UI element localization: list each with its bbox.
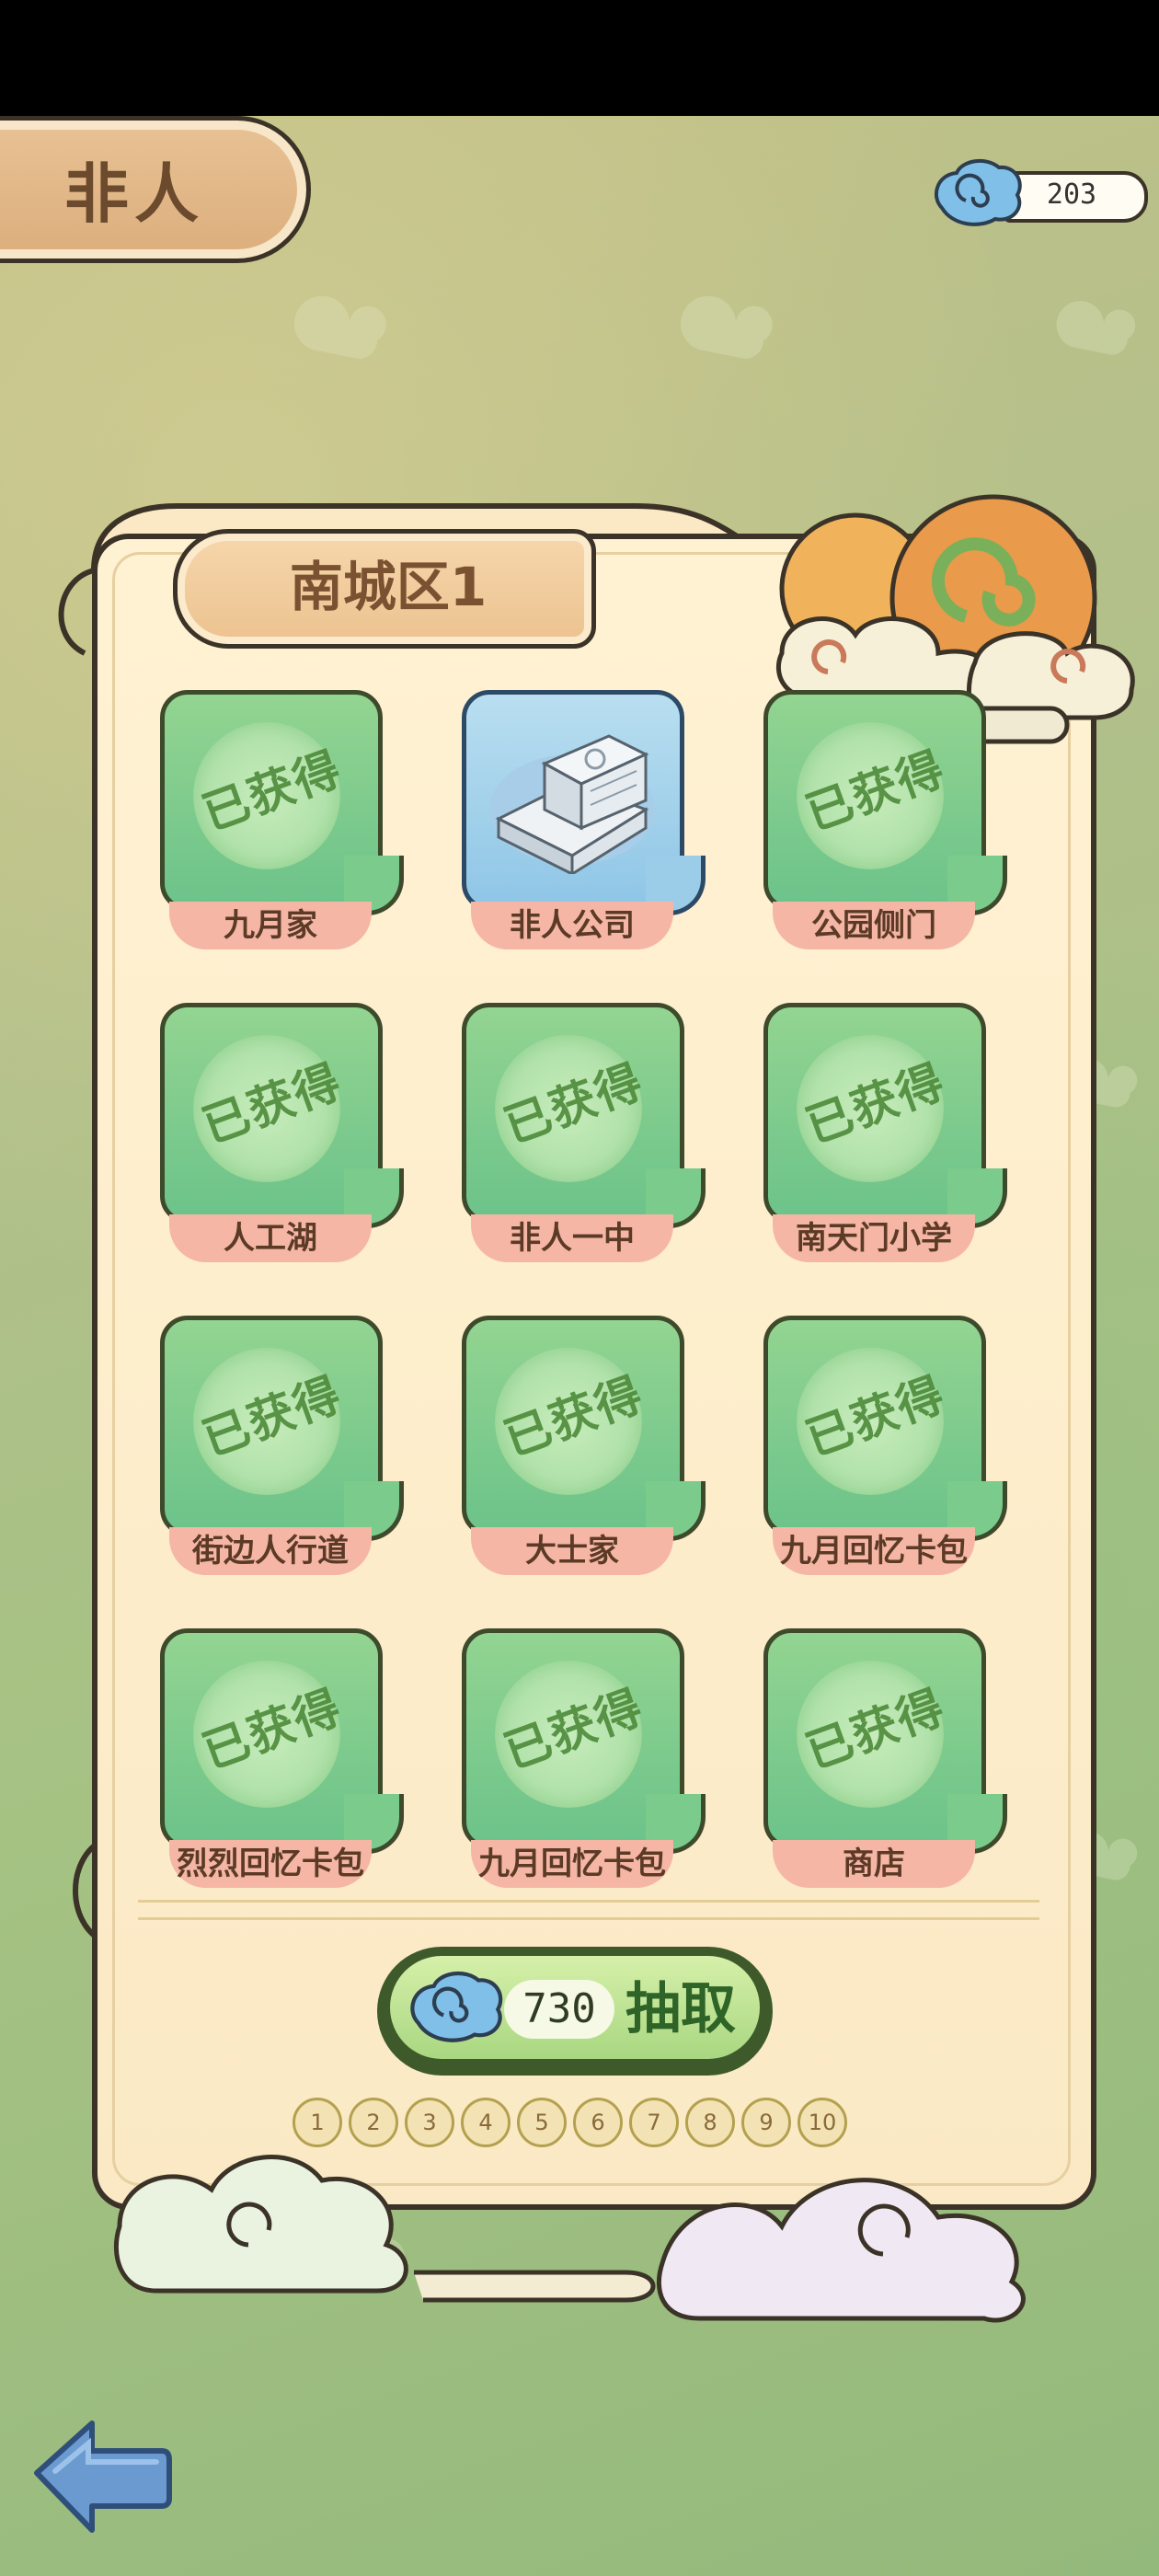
draw-label: 抽取 bbox=[625, 1977, 736, 2041]
collection-card[interactable]: 已获得 九月家 bbox=[160, 690, 404, 966]
card-label: 人工湖 bbox=[224, 1220, 317, 1257]
currency-display: 203 bbox=[929, 155, 1148, 228]
card-label: 九月回忆卡包 bbox=[780, 1533, 968, 1570]
collection-card[interactable]: 已获得 大士家 bbox=[462, 1316, 706, 1592]
region-title: 南城区1 bbox=[289, 556, 488, 618]
card-label: 九月家 bbox=[224, 907, 317, 944]
background-cloud-icon bbox=[1056, 301, 1136, 355]
card-label: 公园侧门 bbox=[811, 907, 936, 944]
cloud-coin-icon bbox=[410, 1971, 503, 2042]
back-arrow-icon[interactable] bbox=[28, 2410, 175, 2539]
status-bar bbox=[0, 0, 1159, 116]
currency-value: 203 bbox=[1046, 178, 1097, 211]
collection-card[interactable]: 已获得 烈烈回忆卡包 bbox=[160, 1628, 404, 1904]
collection-card[interactable]: 已获得 非人一中 bbox=[462, 1003, 706, 1279]
background-cloud-icon bbox=[294, 295, 386, 359]
collection-card[interactable]: 已获得 街边人行道 bbox=[160, 1316, 404, 1592]
card-label: 烈烈回忆卡包 bbox=[177, 1846, 364, 1882]
office-building-icon bbox=[489, 734, 655, 874]
collection-card[interactable]: 已获得 南天门小学 bbox=[763, 1003, 1007, 1279]
draw-cost: 730 bbox=[522, 1985, 596, 2032]
collection-card[interactable]: 已获得 人工湖 bbox=[160, 1003, 404, 1279]
background-cloud-icon bbox=[681, 295, 773, 359]
card-label: 商店 bbox=[843, 1846, 905, 1882]
collection-card[interactable]: 已获得 九月回忆卡包 bbox=[462, 1628, 706, 1904]
card-label: 非人公司 bbox=[510, 907, 635, 944]
collection-card[interactable]: 已获得 九月回忆卡包 bbox=[763, 1316, 1007, 1592]
card-label: 非人一中 bbox=[510, 1220, 635, 1257]
card-label: 南天门小学 bbox=[796, 1220, 952, 1257]
card-label: 街边人行道 bbox=[192, 1533, 349, 1570]
cloud-coin-icon bbox=[934, 158, 1022, 226]
card-label: 九月回忆卡包 bbox=[478, 1846, 666, 1882]
bottom-cloud-ornament-icon bbox=[113, 2155, 1026, 2323]
panel-divider bbox=[138, 1900, 1039, 1920]
card-label: 大士家 bbox=[525, 1533, 619, 1570]
collection-card[interactable]: 已获得 商店 bbox=[763, 1628, 1007, 1904]
collection-card[interactable]: 非人公司 bbox=[462, 690, 706, 966]
page-title: 非人 bbox=[64, 156, 204, 232]
collection-card[interactable]: 已获得 公园侧门 bbox=[763, 690, 1007, 966]
